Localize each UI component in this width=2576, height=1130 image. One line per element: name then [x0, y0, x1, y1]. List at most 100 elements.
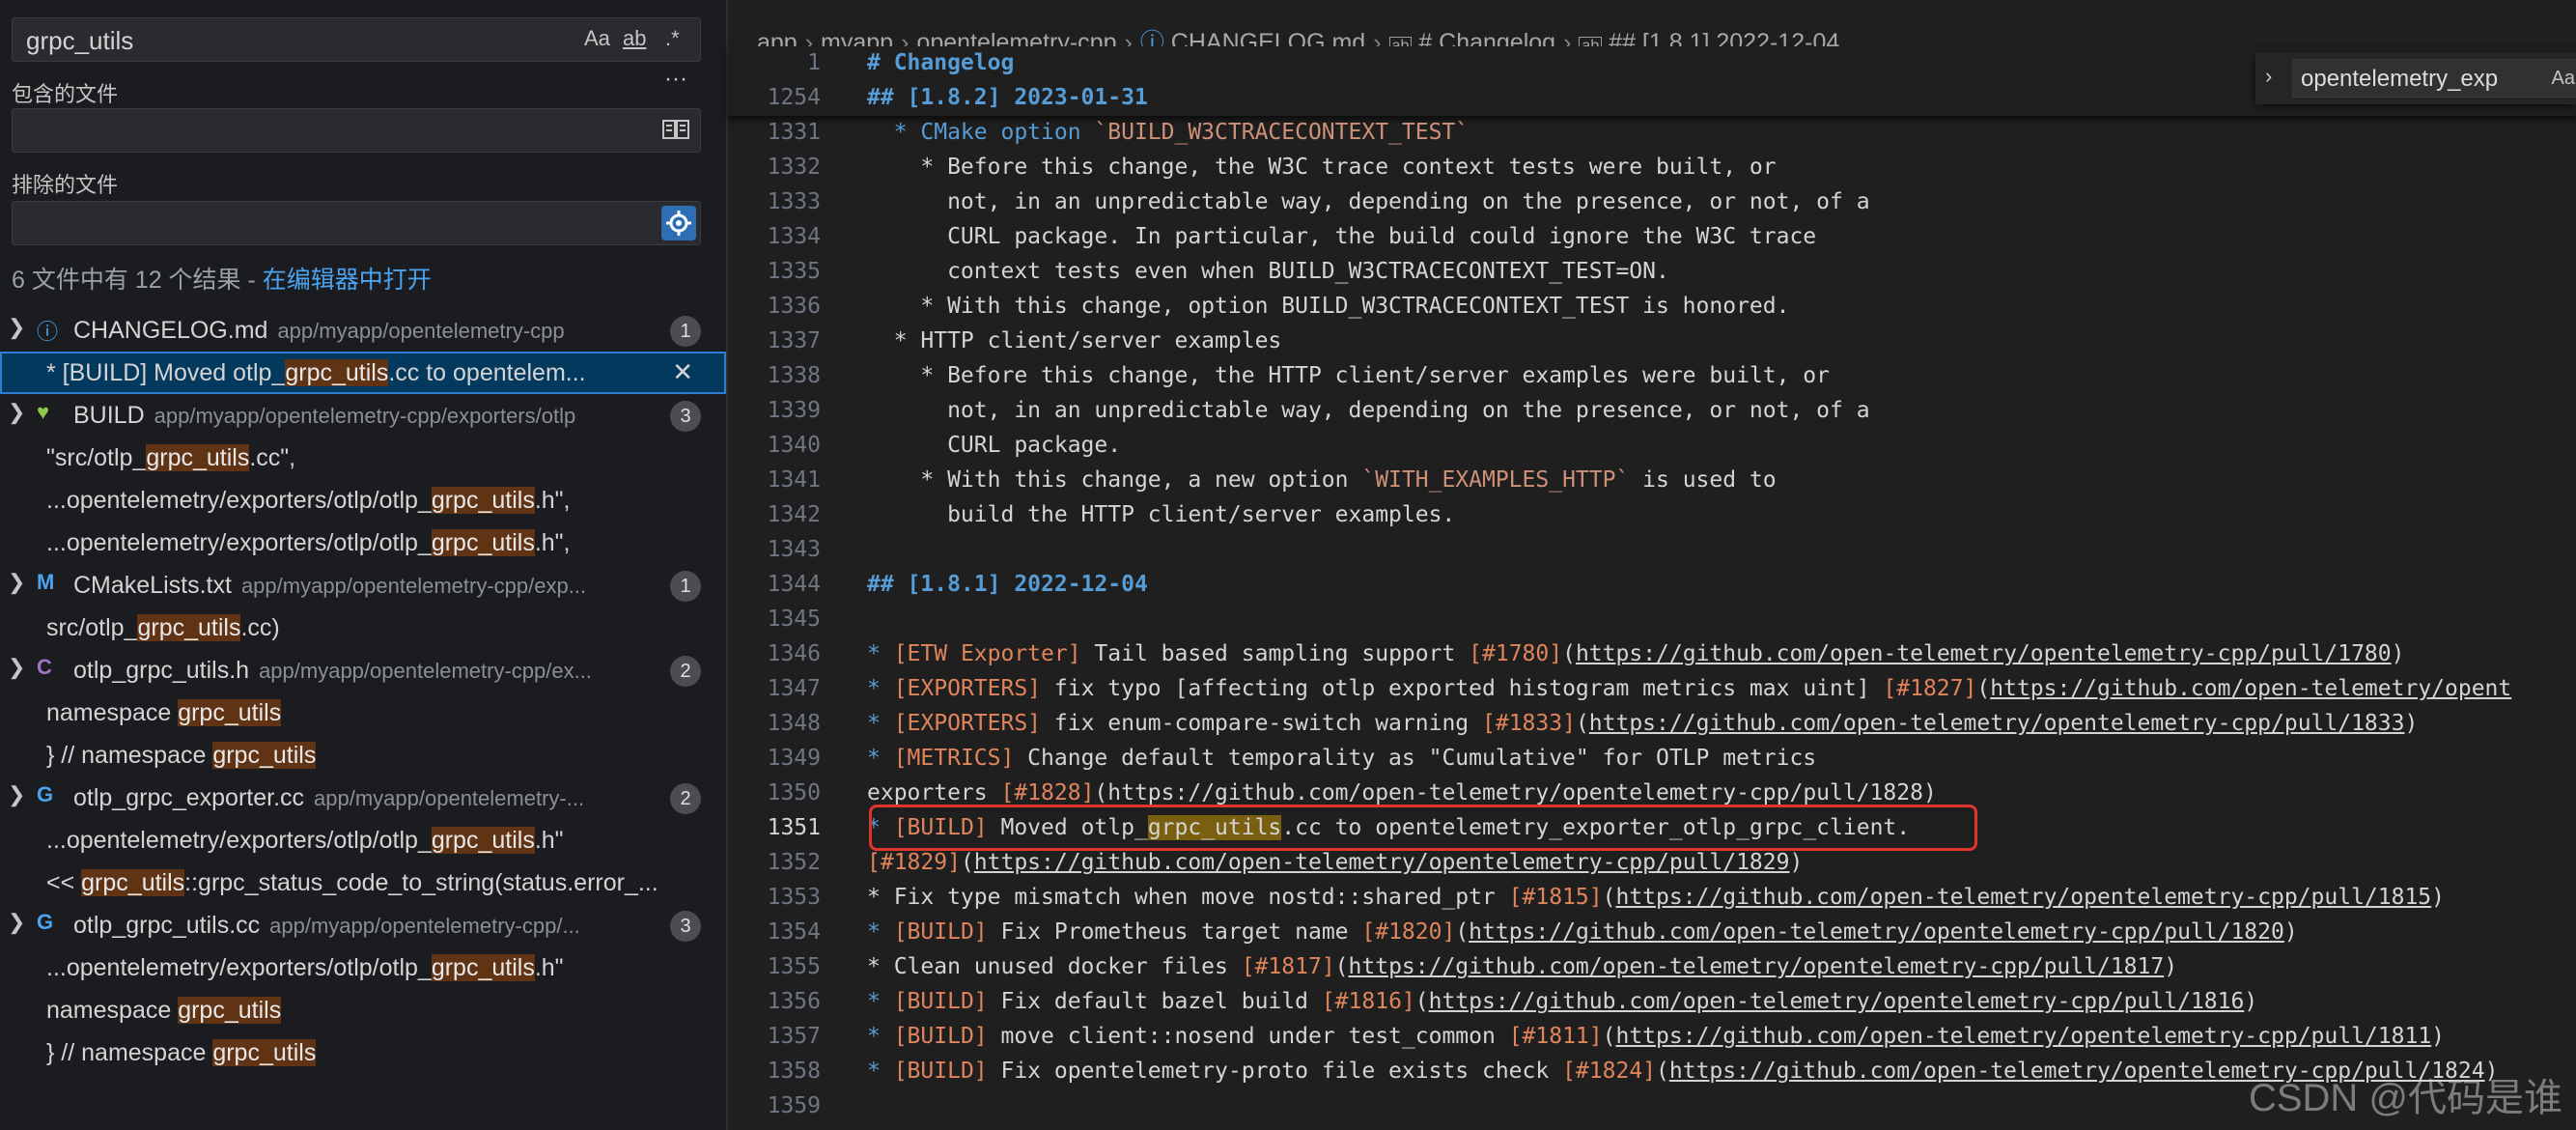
url-link[interactable]: https://github.com/open-telemetry/opente… [1429, 989, 2245, 1014]
code-line[interactable]: 1356 * [BUILD] Fix default bazel build [#… [728, 985, 2576, 1020]
code-line[interactable]: 1337 * HTTP client/server examples [728, 325, 2576, 359]
code-line[interactable]: 1333 not, in an unpredictable way, depen… [728, 185, 2576, 220]
line-number: 1 [807, 50, 821, 75]
code-line[interactable]: 1336 * With this change, option BUILD_W3… [728, 290, 2576, 325]
code-line[interactable]: 1335 context tests even when BUILD_W3CTR… [728, 255, 2576, 290]
result-file-build[interactable]: ❯ ♥ BUILD app/myapp/opentelemetry-cpp/exp… [0, 394, 726, 437]
result-file-grpc-exporter[interactable]: ❯ G otlp_grpc_exporter.cc app/myapp/opent… [0, 777, 726, 819]
match-case-toggle[interactable]: Aa [584, 26, 610, 51]
code-line[interactable]: 1355 * Clean unused docker files [#1817](… [728, 950, 2576, 985]
code-line[interactable]: 1338 * Before this change, the HTTP clie… [728, 359, 2576, 394]
code-line[interactable]: 1345 [728, 603, 2576, 637]
code-line[interactable]: 1331 * CMake option `BUILD_W3CTRACECONTE… [728, 116, 2576, 151]
close-icon[interactable]: ✕ [672, 357, 693, 387]
heart-icon: ♥ [37, 400, 50, 424]
url-link[interactable]: https://github.com/open-telemetry/opente… [974, 850, 1790, 875]
chevron-down-icon[interactable]: ❯ [8, 910, 25, 935]
url-link[interactable]: https://github.com/open-telemetry/opente… [1615, 885, 2431, 910]
result-file-changelog[interactable]: ❯ ⓘ CHANGELOG.md app/myapp/opentelemetry-… [0, 309, 726, 352]
code-line[interactable]: 1353 * Fix type mismatch when move nostd:… [728, 881, 2576, 916]
match-suffix: .cc) [240, 614, 280, 641]
code-line[interactable]: 1332 * Before this change, the W3C trace… [728, 151, 2576, 185]
match-line[interactable]: ...opentelemetry/exporters/otlp/otlp_grp… [0, 819, 726, 862]
line-number: 1347 [767, 676, 821, 701]
exclude-files-input[interactable] [12, 201, 701, 245]
line-number: 1346 [767, 641, 821, 666]
match-case-toggle[interactable]: Aa [2551, 68, 2575, 90]
code-line[interactable]: 1342 build the HTTP client/server exampl… [728, 498, 2576, 533]
code-line[interactable]: 1334 CURL package. In particular, the bu… [728, 220, 2576, 255]
match-line[interactable]: } // namespace grpc_utils [0, 1031, 726, 1074]
chevron-down-icon[interactable]: ❯ [8, 655, 25, 680]
code-line[interactable]: 1346 * [ETW Exporter] Tail based sampling… [728, 637, 2576, 672]
exclude-settings-toggle[interactable] [661, 206, 696, 240]
whole-word-toggle[interactable]: ab [623, 26, 646, 51]
code-line[interactable]: 1343 [728, 533, 2576, 568]
result-file-utils-cc[interactable]: ❯ G otlp_grpc_utils.cc app/myapp/opentele… [0, 904, 726, 946]
ref: [#1820] [1361, 919, 1456, 945]
match-line[interactable]: src/otlp_grpc_utils.cc) [0, 607, 726, 649]
code-line[interactable]: 1354 * [BUILD] Fix Prometheus target name… [728, 916, 2576, 950]
file-name: CMakeLists.txt [73, 572, 232, 599]
results-count-text: 6 文件中有 12 个结果 - [12, 267, 263, 294]
code-line[interactable]: 1352 [#1829](https://github.com/open-tele… [728, 846, 2576, 881]
line-text: not, in an unpredictable way, depending … [867, 189, 1870, 214]
find-value[interactable]: opentelemetry_exp [2301, 66, 2498, 92]
match-count-badge: 3 [670, 401, 701, 432]
match-line[interactable]: } // namespace grpc_utils [0, 734, 726, 777]
more-options-icon[interactable]: ··· [664, 66, 687, 93]
match-highlight: grpc_utils [431, 529, 535, 556]
code-line[interactable]: 1339 not, in an unpredictable way, depen… [728, 394, 2576, 429]
ref: [#1811] [1508, 1024, 1603, 1049]
code-line[interactable]: 1344 ## [1.8.1] 2022-12-04 [728, 568, 2576, 603]
chevron-down-icon[interactable]: ❯ [8, 570, 25, 595]
match-line[interactable]: ...opentelemetry/exporters/otlp/otlp_grp… [0, 522, 726, 564]
chevron-down-icon[interactable]: ❯ [8, 782, 25, 807]
result-file-utils-h[interactable]: ❯ C otlp_grpc_utils.h app/myapp/opentelem… [0, 649, 726, 692]
url-link[interactable]: https://github.com/open-telemetry/opente… [1589, 711, 2405, 736]
match-line[interactable]: namespace grpc_utils [0, 692, 726, 734]
ref: [#1829] [867, 850, 961, 875]
ref: [#1827] [1883, 676, 1977, 701]
code-line[interactable]: 1348 * [EXPORTERS] fix enum-compare-switc… [728, 707, 2576, 742]
match-line-selected[interactable]: * [BUILD] Moved otlp_grpc_utils.cc to op… [0, 352, 726, 394]
line-text: * With this change, a new option [867, 467, 1362, 493]
line-number: 1334 [767, 224, 821, 249]
search-input[interactable]: grpc_utils Aa ab .* [12, 17, 701, 62]
code-line[interactable]: 1347 * [EXPORTERS] fix typo [affecting ot… [728, 672, 2576, 707]
open-in-editor-link[interactable]: 在编辑器中打开 [263, 267, 432, 294]
result-file-cmakelists[interactable]: ❯ M CMakeLists.txt app/myapp/opentelemetr… [0, 564, 726, 607]
match-count-badge: 1 [670, 571, 701, 602]
line-text: ) [1789, 850, 1804, 875]
code-line[interactable]: 1357 * [BUILD] move client::nosend under … [728, 1020, 2576, 1055]
match-line[interactable]: << grpc_utils::grpc_status_code_to_strin… [0, 862, 726, 904]
chevron-down-icon[interactable]: ❯ [8, 315, 25, 340]
url-link[interactable]: https://github.com/open-telemetry/opente… [1349, 954, 2165, 979]
match-line[interactable]: namespace grpc_utils [0, 989, 726, 1031]
line-text: ) [2391, 641, 2405, 666]
code-line[interactable]: 1341 * With this change, a new option `W… [728, 464, 2576, 498]
line-text: is used to [1629, 467, 1777, 493]
match-line[interactable]: ...opentelemetry/exporters/otlp/otlp_grp… [0, 479, 726, 522]
tag: [BUILD] [893, 1059, 988, 1084]
code-line[interactable]: 1340 CURL package. [728, 429, 2576, 464]
chevron-right-icon[interactable]: › [2265, 64, 2272, 89]
url-link[interactable]: https://github.com/open-telemetry/opente… [1469, 919, 2284, 945]
url-link[interactable]: https://github.com/open-telemetry/opent [1990, 676, 2511, 701]
regex-toggle[interactable]: .* [665, 26, 680, 51]
include-files-input[interactable] [12, 108, 701, 153]
match-prefix: namespace [46, 699, 179, 726]
url-link[interactable]: https://github.com/open-telemetry/opente… [1615, 1024, 2431, 1049]
ref: [#1824] [1562, 1059, 1657, 1084]
url-link[interactable]: https://github.com/open-telemetry/opente… [1576, 641, 2392, 666]
code-line[interactable]: 1349 * [METRICS] Change default temporali… [728, 742, 2576, 777]
match-line[interactable]: ...opentelemetry/exporters/otlp/otlp_grp… [0, 946, 726, 989]
chevron-down-icon[interactable]: ❯ [8, 400, 25, 425]
match-line[interactable]: "src/otlp_grpc_utils.cc", [0, 437, 726, 479]
info-icon: ⓘ [37, 320, 59, 344]
book-icon[interactable] [661, 117, 690, 147]
find-input[interactable]: opentelemetry_exp Aa [2292, 59, 2576, 98]
bullet: * [867, 989, 894, 1014]
search-query[interactable]: grpc_utils [26, 26, 133, 56]
line-text: Change default temporality as "Cumulativ… [1014, 746, 1817, 771]
